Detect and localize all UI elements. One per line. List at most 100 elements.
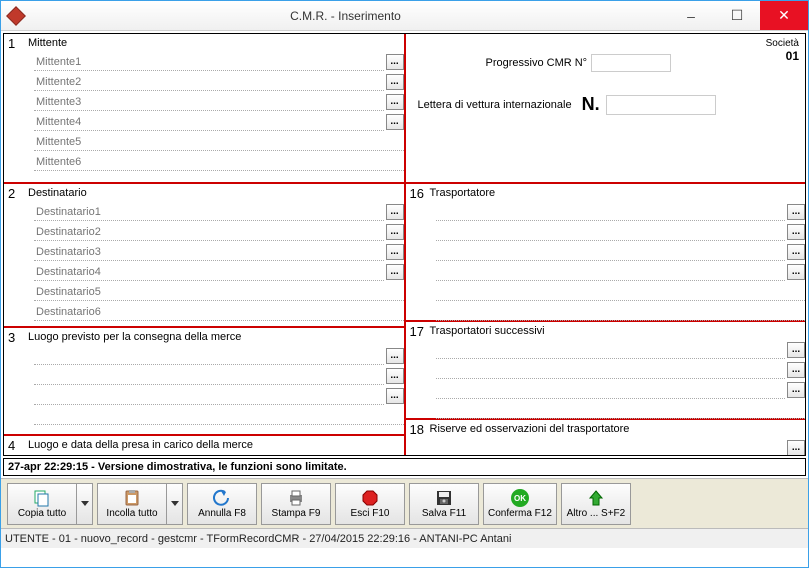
trasportatore-line6[interactable] [436, 303, 806, 321]
box3-num: 3 [4, 330, 28, 345]
copia-tutto-button[interactable]: Copia tutto [7, 483, 77, 525]
window-title: C.M.R. - Inserimento [23, 9, 668, 23]
altro-button[interactable]: Altro ... S+F2 [561, 483, 631, 525]
trasportatore-line3-browse-button[interactable]: ... [787, 244, 805, 260]
toolbar: Copia tutto Incolla tutto Annulla F8 St [1, 478, 808, 528]
luogo-consegna-line3[interactable] [34, 387, 384, 405]
copy-icon [32, 488, 52, 508]
box16-num: 16 [406, 186, 430, 201]
titlebar: C.M.R. - Inserimento – ☐ ✕ [1, 1, 808, 31]
svg-text:OK: OK [514, 494, 526, 503]
mittente1-browse-button[interactable]: ... [386, 54, 404, 70]
trasportatore-line2-browse-button[interactable]: ... [787, 224, 805, 240]
demo-message-bar: 27-apr 22:29:15 - Versione dimostrativa,… [3, 458, 806, 476]
box1-title: Mittente [28, 37, 67, 49]
conferma-button[interactable]: OK Conferma F12 [483, 483, 557, 525]
destinatario1-browse-button[interactable]: ... [386, 204, 404, 220]
luogo-consegna-line1[interactable] [34, 347, 384, 365]
annulla-button[interactable]: Annulla F8 [187, 483, 257, 525]
luogo-consegna-line4[interactable] [34, 407, 404, 425]
mittente1-input[interactable] [34, 53, 384, 71]
luogo-consegna-line2-browse-button[interactable]: ... [386, 368, 404, 384]
destinatario4-input[interactable] [34, 263, 384, 281]
societa-block: Società 01 [766, 38, 799, 63]
arrow-up-icon [586, 488, 606, 508]
mittente5-input[interactable] [34, 133, 404, 151]
destinatario5-input[interactable] [34, 283, 404, 301]
paste-icon [122, 488, 142, 508]
box18-title: Riserve ed osservazioni del trasportator… [430, 423, 630, 435]
luogo-consegna-line2[interactable] [34, 367, 384, 385]
box16-title: Trasportatore [430, 187, 496, 199]
altro-label: Altro ... S+F2 [567, 508, 626, 519]
trasportatore-line4[interactable] [436, 263, 786, 281]
trasp-succ-line3-browse-button[interactable]: ... [787, 382, 805, 398]
statusbar: UTENTE - 01 - nuovo_record - gestcmr - T… [1, 528, 808, 548]
trasportatore-line5[interactable] [436, 283, 806, 301]
destinatario4-browse-button[interactable]: ... [386, 264, 404, 280]
maximize-button[interactable]: ☐ [714, 1, 760, 30]
destinatario2-input[interactable] [34, 223, 384, 241]
trasportatore-line2[interactable] [436, 223, 786, 241]
box2-num: 2 [4, 186, 28, 201]
progressivo-input[interactable] [591, 54, 671, 72]
destinatario2-browse-button[interactable]: ... [386, 224, 404, 240]
undo-icon [212, 488, 232, 508]
save-icon [434, 488, 454, 508]
lettera-label: Lettera di vettura internazionale [418, 99, 572, 111]
salva-button[interactable]: Salva F11 [409, 483, 479, 525]
printer-icon [286, 488, 306, 508]
mittente4-browse-button[interactable]: ... [386, 114, 404, 130]
trasportatore-line3[interactable] [436, 243, 786, 261]
destinatario3-browse-button[interactable]: ... [386, 244, 404, 260]
mittente2-browse-button[interactable]: ... [386, 74, 404, 90]
trasp-succ-line1[interactable] [436, 341, 786, 359]
lettera-input[interactable] [606, 95, 716, 115]
destinatario1-input[interactable] [34, 203, 384, 221]
trasp-succ-line3[interactable] [436, 381, 786, 399]
esci-button[interactable]: Esci F10 [335, 483, 405, 525]
trasportatore-line4-browse-button[interactable]: ... [787, 264, 805, 280]
minimize-button[interactable]: – [668, 1, 714, 30]
mittente4-input[interactable] [34, 113, 384, 131]
box18-num: 18 [406, 422, 430, 437]
trasp-succ-line2-browse-button[interactable]: ... [787, 362, 805, 378]
box3-title: Luogo previsto per la consegna della mer… [28, 331, 241, 343]
box2-title: Destinatario [28, 187, 87, 199]
form-area: 1 Mittente ... ... ... ... 2 Destinatari… [3, 33, 806, 456]
trasportatore-line1[interactable] [436, 203, 786, 221]
mittente3-browse-button[interactable]: ... [386, 94, 404, 110]
stampa-label: Stampa F9 [272, 508, 321, 519]
trasp-succ-browse-button[interactable]: ... [787, 342, 805, 358]
riserve-line1[interactable] [436, 439, 786, 456]
n-label: N. [582, 94, 600, 115]
destinatario6-input[interactable] [34, 303, 404, 321]
trasp-succ-line2[interactable] [436, 361, 786, 379]
conferma-label: Conferma F12 [488, 508, 552, 519]
incolla-tutto-button[interactable]: Incolla tutto [97, 483, 167, 525]
trasportatore-browse-button[interactable]: ... [787, 204, 805, 220]
destinatario3-input[interactable] [34, 243, 384, 261]
luogo-consegna-line3-browse-button[interactable]: ... [386, 388, 404, 404]
copia-tutto-label: Copia tutto [18, 508, 66, 519]
close-button[interactable]: ✕ [760, 1, 808, 30]
mittente2-input[interactable] [34, 73, 384, 91]
box4-title: Luogo e data della presa in carico della… [28, 439, 253, 451]
stampa-button[interactable]: Stampa F9 [261, 483, 331, 525]
salva-label: Salva F11 [422, 508, 466, 519]
luogo-consegna-browse-button[interactable]: ... [386, 348, 404, 364]
esci-label: Esci F10 [351, 508, 390, 519]
mittente3-input[interactable] [34, 93, 384, 111]
incolla-tutto-dropdown[interactable] [167, 483, 183, 525]
box17-num: 17 [406, 324, 430, 339]
statusbar-text: UTENTE - 01 - nuovo_record - gestcmr - T… [5, 533, 511, 545]
box17-title: Trasportatori successivi [430, 325, 545, 337]
mittente6-input[interactable] [34, 153, 404, 171]
incolla-tutto-label: Incolla tutto [106, 508, 157, 519]
trasp-succ-line4[interactable] [436, 401, 806, 419]
stop-icon [360, 488, 380, 508]
chevron-down-icon [81, 501, 89, 506]
copia-tutto-dropdown[interactable] [77, 483, 93, 525]
ok-icon: OK [510, 488, 530, 508]
riserve-browse-button[interactable]: ... [787, 440, 805, 456]
